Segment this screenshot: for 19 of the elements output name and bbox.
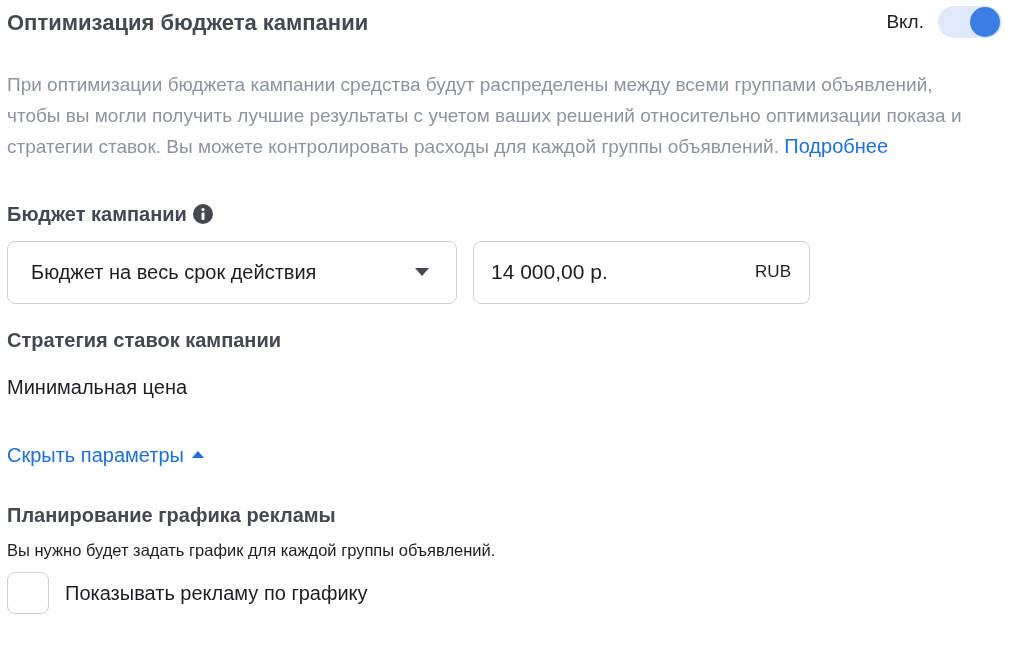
field-label: Бюджет кампании bbox=[7, 201, 187, 227]
hide-options-link[interactable]: Скрыть параметры bbox=[7, 439, 204, 470]
section-title: Планирование графика рекламы bbox=[7, 502, 337, 528]
info-icon[interactable] bbox=[192, 203, 213, 224]
amount-field[interactable]: 14 000,00 р. RUB bbox=[473, 240, 810, 304]
currency-label: RUB bbox=[755, 261, 791, 284]
toggle-switch[interactable] bbox=[938, 6, 1002, 38]
section-title: Оптимизация бюджета кампании bbox=[7, 8, 369, 37]
checkbox-label[interactable]: Показывать рекламу по графику bbox=[65, 578, 368, 609]
caret-down-icon bbox=[415, 268, 429, 276]
description-text: При оптимизации бюджета кампании средства будут распределены между всеми группами объявлений, чтобы вы могли получить лучшие результаты с учетом ваших решений относительно оптимизации показа и стратегии ставок. Вы можете контролировать расходы для каждой группы объявлений. Подробнее bbox=[7, 73, 963, 159]
field-label: Стратегия ставок кампании bbox=[7, 327, 282, 353]
learn-more-link[interactable]: Подробнее bbox=[784, 135, 889, 157]
budget-type-dropdown[interactable]: Бюджет на весь срок действия bbox=[7, 240, 457, 304]
field-value: Минимальная цена bbox=[7, 374, 189, 400]
amount-value: 14 000,00 р. bbox=[491, 259, 608, 286]
hint-text: Вы нужно будет задать график для каждой группы объявлений. bbox=[7, 539, 497, 561]
checkbox[interactable] bbox=[7, 572, 49, 615]
toggle-label: Вкл. bbox=[886, 9, 924, 34]
